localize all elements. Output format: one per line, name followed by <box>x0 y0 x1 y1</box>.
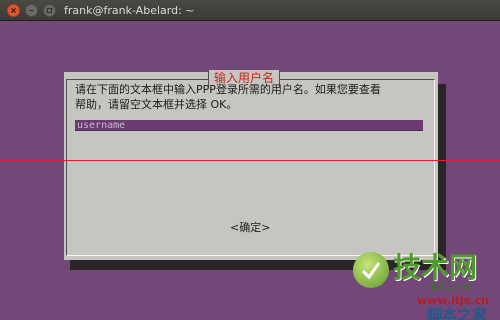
watermark-big: 技术网 <box>393 251 478 284</box>
close-button[interactable] <box>7 3 20 17</box>
title-bar: frank@frank-Abelard: ~ <box>0 0 500 21</box>
checkmark-icon <box>361 262 381 280</box>
minimize-icon <box>29 9 34 11</box>
minimize-button[interactable] <box>25 3 38 17</box>
red-guide-line <box>0 160 500 161</box>
maximize-icon <box>46 7 53 13</box>
close-icon <box>11 7 16 13</box>
username-dialog: 输入用户名 请在下面的文本框中输入PPP登录所需的用户名。如果您要查看 帮助，请… <box>64 70 438 260</box>
prompt-line-1: 请在下面的文本框中输入PPP登录所需的用户名。如果您要查看 <box>75 83 381 96</box>
terminal-window: frank@frank-Abelard: ~ 输入用户名 请在下面的文本框中输入… <box>0 0 500 320</box>
leaf-logo-icon <box>353 252 389 288</box>
username-input[interactable]: username <box>75 120 423 131</box>
watermark: 技术网 jb51.net www.itjs.cn 脚本之家 <box>345 240 500 320</box>
ok-button[interactable]: <确定> <box>230 219 270 235</box>
window-title: frank@frank-Abelard: ~ <box>64 3 195 17</box>
watermark-sub: 脚本之家 <box>427 306 488 320</box>
watermark-site: jb51.net <box>431 282 473 293</box>
maximize-button[interactable] <box>43 3 56 17</box>
dialog-prompt: 请在下面的文本框中输入PPP登录所需的用户名。如果您要查看 帮助，请留空文本框并… <box>75 82 425 112</box>
prompt-line-2: 帮助，请留空文本框并选择 OK。 <box>75 98 238 111</box>
